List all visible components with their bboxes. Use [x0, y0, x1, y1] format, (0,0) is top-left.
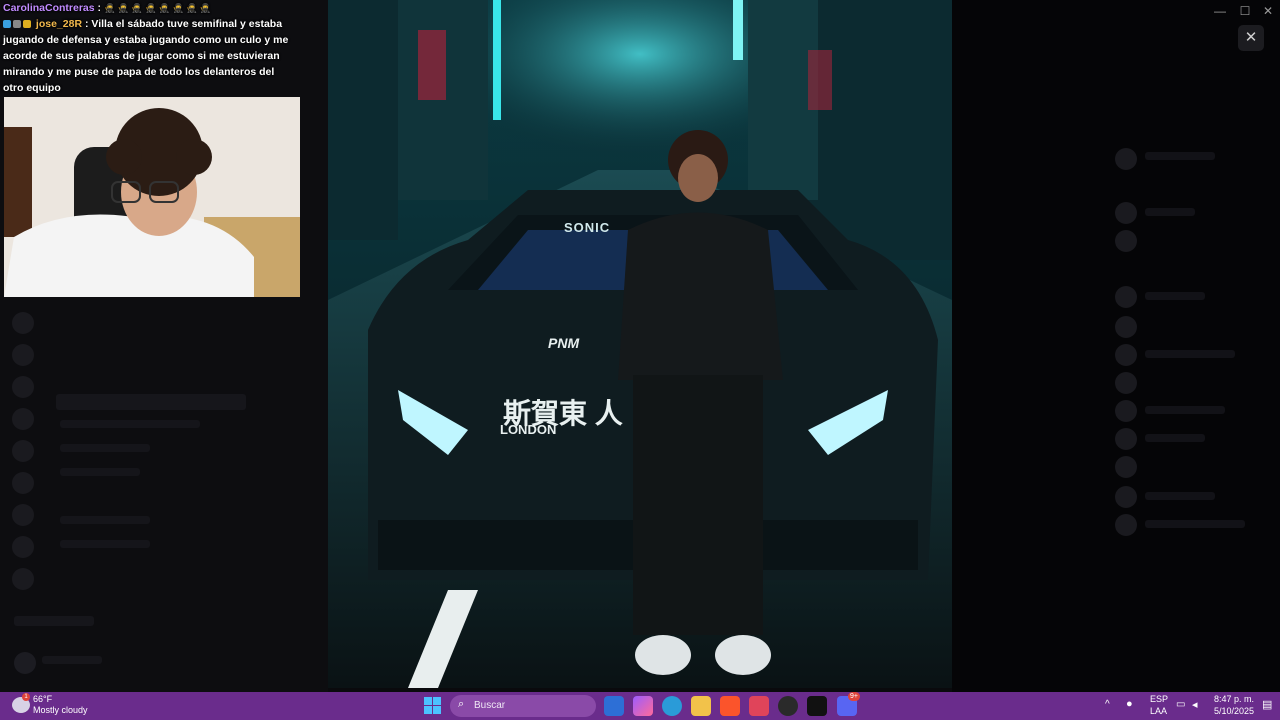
window-close-button[interactable]: ✕	[1258, 4, 1278, 18]
image-viewer-photo: SONIC PNM 斯賀東 人 LONDON	[328, 0, 952, 688]
member-avatar[interactable]	[1115, 456, 1137, 478]
chat-username: CarolinaContreras	[3, 2, 95, 14]
server-icon[interactable]	[12, 504, 34, 526]
member-avatar[interactable]	[1115, 514, 1137, 536]
weather-widget[interactable]: 1 66°F Mostly cloudy	[10, 693, 140, 719]
server-icon[interactable]	[12, 536, 34, 558]
weather-alert-badge: 1	[22, 693, 30, 701]
member-avatar[interactable]	[1115, 148, 1137, 170]
windows-start-button[interactable]	[424, 697, 442, 715]
webcam-illustration	[4, 97, 300, 297]
window-minimize-button[interactable]: —	[1210, 4, 1230, 18]
chevron-up-icon[interactable]: ^	[1105, 699, 1110, 710]
channel-item[interactable]	[60, 540, 150, 548]
tiktok-icon[interactable]	[807, 696, 827, 716]
car-decal-text: PNM	[548, 335, 580, 351]
chat-message: CarolinaContreras : 🥷 🥷 🥷 🥷 🥷 🥷 🥷 🥷	[0, 0, 290, 16]
channel-item[interactable]	[60, 516, 150, 524]
server-icon[interactable]	[12, 408, 34, 430]
member-name	[1145, 520, 1245, 528]
photo-illustration	[328, 0, 952, 688]
member-avatar[interactable]	[1115, 372, 1137, 394]
member-name	[1145, 434, 1205, 442]
edge-icon[interactable]	[662, 696, 682, 716]
member-name	[1145, 208, 1195, 216]
member-name	[1145, 492, 1215, 500]
webcam-feed	[4, 97, 300, 297]
clock-date[interactable]: 5/10/2025	[1214, 706, 1254, 716]
member-name	[1145, 406, 1225, 414]
microphone-icon[interactable]: ●	[1126, 698, 1133, 710]
channel-item[interactable]	[60, 468, 140, 476]
server-icon[interactable]	[12, 312, 34, 334]
server-icon[interactable]	[12, 344, 34, 366]
brave-icon[interactable]	[720, 696, 740, 716]
server-icon[interactable]	[12, 440, 34, 462]
channel-item-active[interactable]	[56, 394, 246, 410]
stream-chat-overlay: CarolinaContreras : 🥷 🥷 🥷 🥷 🥷 🥷 🥷 🥷 jose…	[0, 0, 290, 96]
chat-separator: :	[84, 18, 89, 30]
network-icon[interactable]: ▭	[1176, 699, 1185, 710]
discord-members-background	[952, 0, 1280, 692]
member-name	[1145, 292, 1205, 300]
voice-status	[14, 616, 94, 626]
member-avatar[interactable]	[1115, 202, 1137, 224]
member-avatar[interactable]	[1115, 286, 1137, 308]
search-icon: ⌕	[458, 698, 465, 710]
member-name	[1145, 152, 1215, 160]
language-indicator-1[interactable]: ESP	[1150, 694, 1168, 704]
moderator-badge-icon	[13, 20, 21, 28]
search-placeholder: Buscar	[474, 700, 506, 711]
discord-notification-badge: 9+	[848, 692, 860, 701]
chat-message: jose_28R : Villa el sábado tuve semifina…	[0, 16, 290, 96]
server-icon[interactable]	[12, 472, 34, 494]
server-icon[interactable]	[12, 568, 34, 590]
channel-item[interactable]	[60, 444, 150, 452]
chat-separator: :	[97, 2, 102, 14]
member-avatar[interactable]	[1115, 344, 1137, 366]
server-icon[interactable]	[12, 376, 34, 398]
file-explorer-icon[interactable]	[691, 696, 711, 716]
member-avatar[interactable]	[1115, 400, 1137, 422]
weather-desc: Mostly cloudy	[33, 705, 88, 715]
chat-emotes: 🥷 🥷 🥷 🥷 🥷 🥷 🥷 🥷	[103, 3, 212, 13]
member-avatar[interactable]	[1115, 428, 1137, 450]
car-decal-city: LONDON	[500, 422, 557, 437]
store-icon[interactable]	[604, 696, 624, 716]
member-avatar[interactable]	[1115, 486, 1137, 508]
language-indicator-2[interactable]: LAA	[1150, 706, 1167, 716]
user-avatar[interactable]	[14, 652, 36, 674]
clock-time[interactable]: 8:47 p. m.	[1214, 694, 1254, 704]
chat-username: jose_28R	[35, 18, 83, 30]
weather-temp: 66°F	[33, 694, 53, 704]
volume-icon[interactable]: ◂	[1192, 698, 1198, 711]
copilot-icon[interactable]	[633, 696, 653, 716]
car-brand-label: SONIC	[564, 220, 611, 235]
user-panel-name	[42, 656, 102, 664]
taskbar-search-box[interactable]: ⌕ Buscar	[450, 695, 596, 717]
obs-icon[interactable]	[778, 696, 798, 716]
app-icon[interactable]	[749, 696, 769, 716]
member-avatar[interactable]	[1115, 230, 1137, 252]
subscriber-badge-icon	[3, 20, 11, 28]
channel-item[interactable]	[60, 420, 200, 428]
member-avatar[interactable]	[1115, 316, 1137, 338]
window-maximize-button[interactable]: ☐	[1235, 4, 1255, 18]
close-viewer-button[interactable]: ✕	[1238, 25, 1264, 51]
notification-bell-icon[interactable]: ▤	[1262, 698, 1272, 711]
crown-badge-icon	[23, 20, 31, 28]
member-name	[1145, 350, 1235, 358]
windows-taskbar: 1 66°F Mostly cloudy ⌕ Buscar 9+ ^ ● ESP…	[0, 692, 1280, 720]
